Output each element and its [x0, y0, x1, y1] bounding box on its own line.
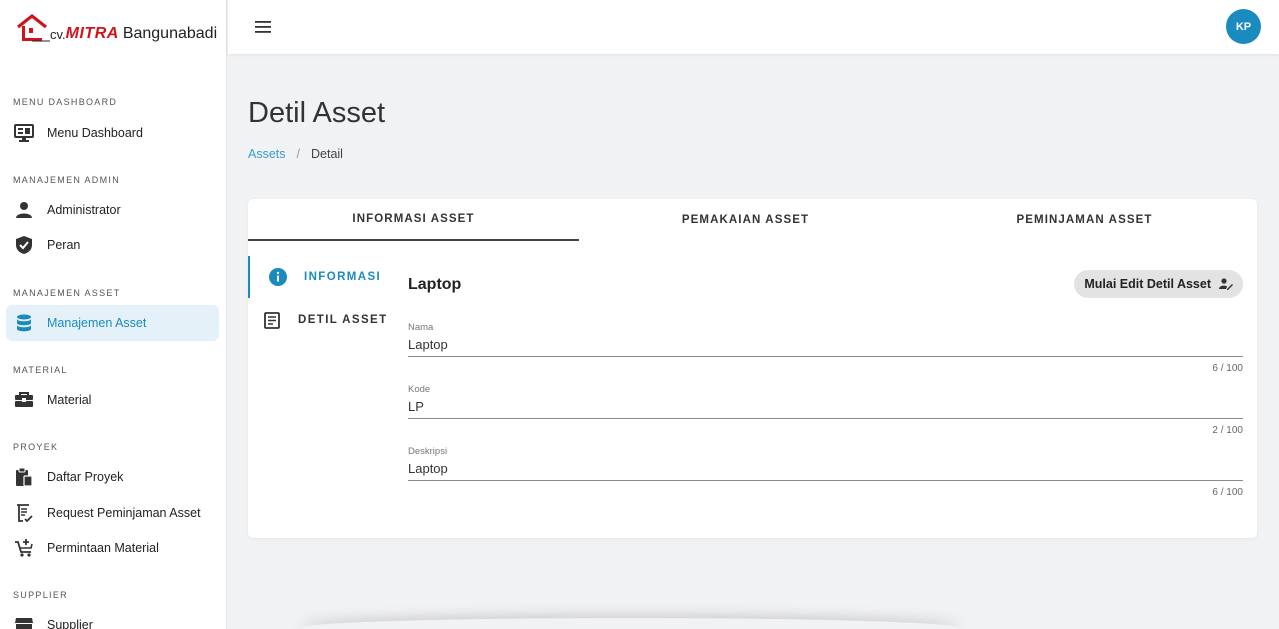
page-title: Detil Asset — [248, 97, 385, 129]
sidebar-item-label: Menu Dashboard — [47, 126, 143, 140]
sidebar-item-administrator[interactable]: Administrator — [6, 192, 219, 228]
asset-detail-card: INFORMASI ASSET PEMAKAIAN ASSET PEMINJAM… — [248, 199, 1257, 538]
breadcrumb-current: Detail — [311, 147, 343, 161]
field-label: Deskripsi — [408, 446, 448, 457]
person-edit-icon — [1219, 277, 1233, 291]
tab-peminjaman-asset[interactable]: PEMINJAMAN ASSET — [912, 199, 1257, 241]
sidebar-item-label: Peran — [47, 238, 81, 252]
shield-icon — [13, 234, 35, 256]
section-title-manajemen-asset: MANAJEMEN ASSET — [13, 288, 121, 298]
sidebar-item-label: Material — [47, 393, 92, 407]
brand-prefix: cv. — [50, 27, 66, 42]
breadcrumb-link-assets[interactable]: Assets — [248, 147, 286, 161]
sidebar-item-label: Administrator — [47, 203, 121, 217]
breadcrumb-separator: / — [296, 147, 300, 161]
sidebar-item-manajemen-asset[interactable]: Manajemen Asset — [6, 305, 219, 341]
start-edit-button[interactable]: Mulai Edit Detil Asset — [1074, 270, 1243, 298]
character-counter: 6 / 100 — [1212, 363, 1243, 374]
document-icon — [264, 311, 280, 329]
brand-name: MITRA — [65, 25, 119, 42]
person-icon — [13, 199, 35, 221]
clipboard-icon — [13, 466, 35, 488]
cart-add-icon — [13, 537, 35, 559]
sidebar-item-peran[interactable]: Peran — [6, 227, 219, 263]
sidebar-item-label: Permintaan Material — [47, 541, 159, 555]
sidebar-item-supplier[interactable]: Supplier — [6, 607, 219, 629]
dashboard-icon — [13, 122, 35, 144]
toolbox-icon — [13, 389, 35, 411]
side-tab-label: DETIL ASSET — [298, 314, 388, 326]
field-value[interactable]: LP — [408, 399, 1243, 419]
sidebar-item-request-peminjaman-asset[interactable]: Request Peminjaman Asset — [6, 495, 219, 531]
field-deskripsi[interactable]: Deskripsi Laptop 6 / 100 — [408, 446, 1243, 498]
request-icon — [13, 502, 35, 524]
section-title-manajemen-admin: MANAJEMEN ADMIN — [13, 175, 121, 185]
side-tab-detil-asset[interactable]: DETIL ASSET — [248, 299, 388, 341]
section-title-material: MATERIAL — [13, 365, 68, 375]
field-value[interactable]: Laptop — [408, 337, 1243, 357]
sidebar-item-material[interactable]: Material — [6, 382, 219, 418]
info-icon — [269, 268, 287, 286]
sidebar-item-label: Daftar Proyek — [47, 470, 124, 484]
tab-pemakaian-asset[interactable]: PEMAKAIAN ASSET — [579, 199, 912, 241]
sidebar-item-label: Supplier — [47, 618, 93, 629]
character-counter: 2 / 100 — [1212, 425, 1243, 436]
edit-button-label: Mulai Edit Detil Asset — [1084, 277, 1211, 291]
side-tab-label: INFORMASI — [304, 271, 382, 283]
character-counter: 6 / 100 — [1212, 487, 1243, 498]
sidebar-item-label: Manajemen Asset — [47, 316, 147, 330]
tab-informasi-asset[interactable]: INFORMASI ASSET — [248, 199, 579, 241]
sidebar-item-daftar-proyek[interactable]: Daftar Proyek — [6, 459, 219, 495]
section-title-supplier: SUPPLIER — [13, 590, 68, 600]
sidebar-item-permintaan-material[interactable]: Permintaan Material — [6, 530, 219, 566]
avatar[interactable]: KP — [1226, 9, 1261, 44]
field-value[interactable]: Laptop — [408, 461, 1243, 481]
section-title-proyek: PROYEK — [13, 442, 59, 452]
sidebar: cv. MITRA Bangunabadi MENU DASHBOARD Men… — [0, 0, 227, 629]
store-icon — [13, 614, 35, 629]
field-label: Kode — [408, 384, 431, 395]
database-icon — [13, 312, 35, 334]
brand-suffix: Bangunabadi — [122, 25, 218, 42]
hamburger-menu-icon[interactable] — [252, 17, 274, 37]
sidebar-item-menu-dashboard[interactable]: Menu Dashboard — [6, 115, 219, 151]
side-tab-informasi[interactable]: INFORMASI — [248, 256, 388, 298]
field-nama[interactable]: Nama Laptop 6 / 100 — [408, 322, 1243, 374]
house-logo-icon — [17, 14, 50, 42]
top-bar: KP — [228, 0, 1279, 54]
field-label: Nama — [408, 322, 434, 333]
section-title-menu-dashboard: MENU DASHBOARD — [13, 97, 118, 107]
bottom-shadow — [300, 618, 960, 629]
field-kode[interactable]: Kode LP 2 / 100 — [408, 384, 1243, 436]
brand-logo[interactable]: cv. MITRA Bangunabadi — [16, 14, 217, 44]
sidebar-item-label: Request Peminjaman Asset — [47, 506, 201, 520]
form-title: Laptop — [408, 276, 462, 293]
breadcrumb: Assets / Detail — [248, 147, 343, 161]
